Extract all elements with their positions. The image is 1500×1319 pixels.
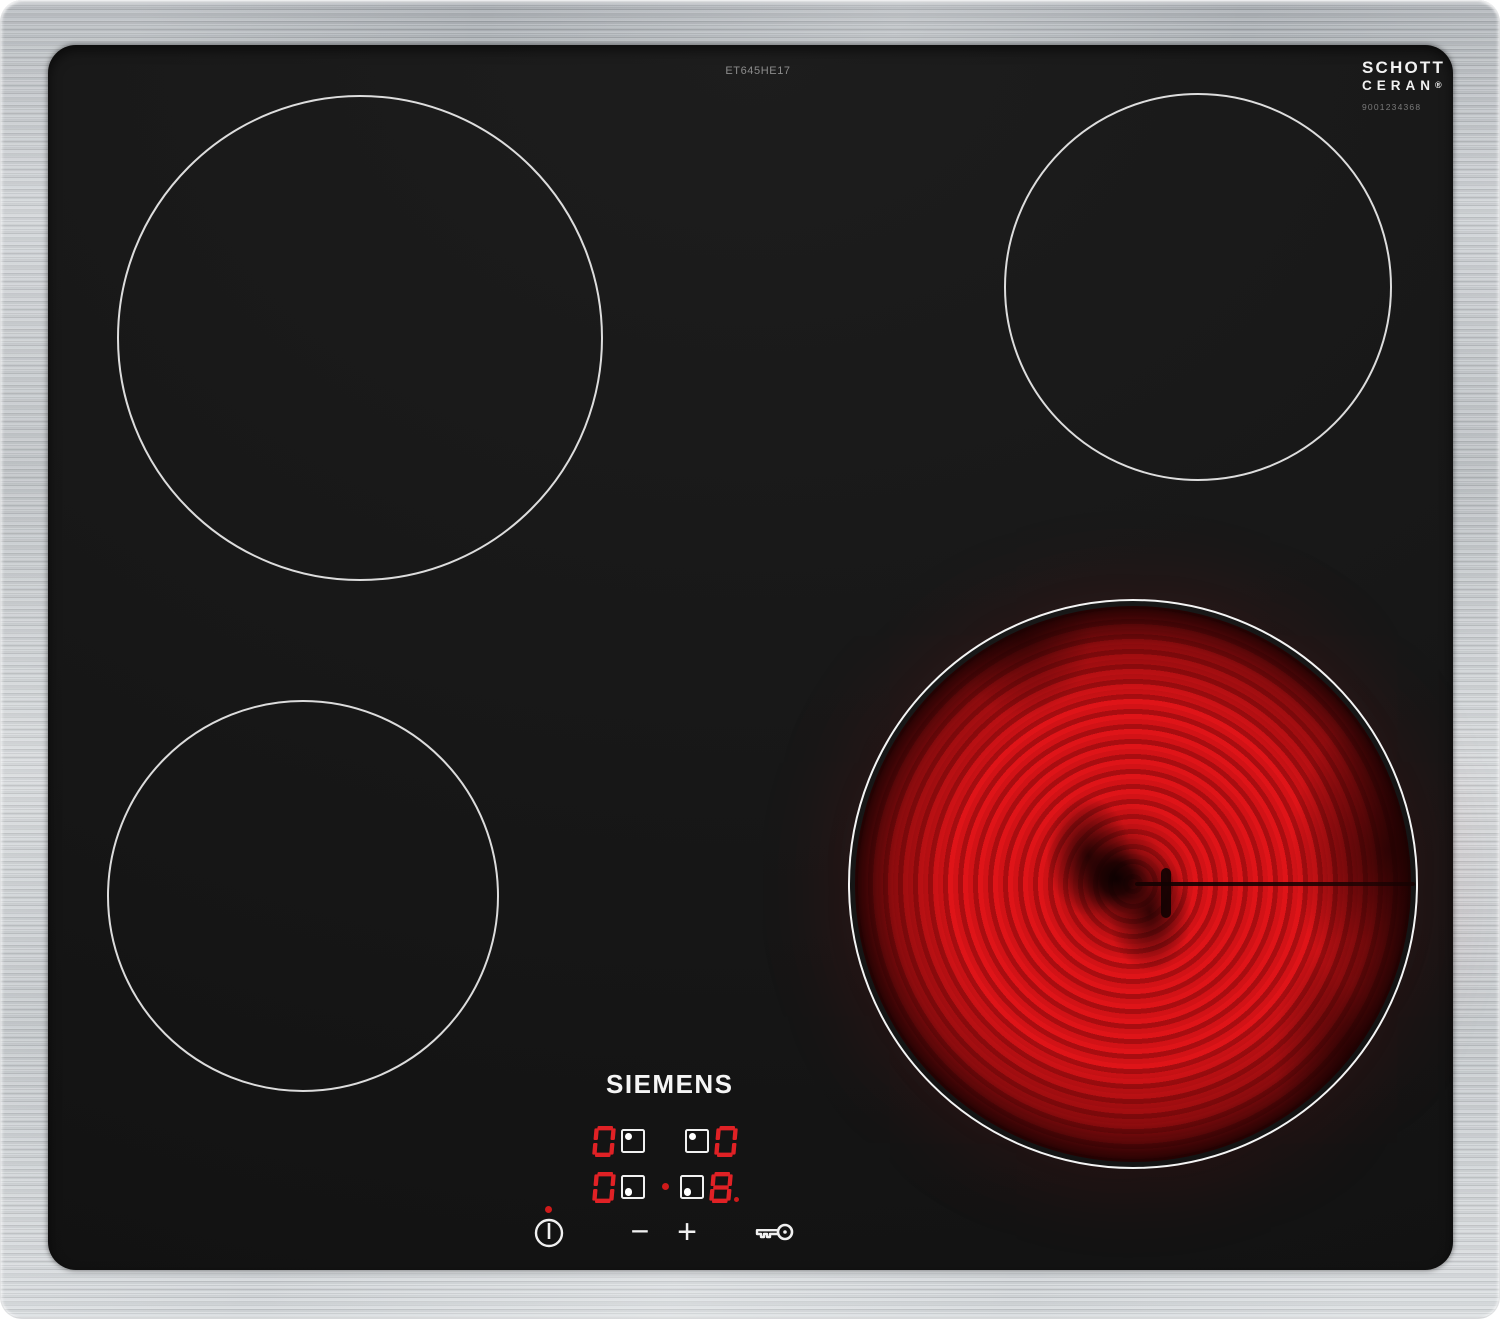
display-rear-left: [592, 1126, 645, 1157]
increase-power-button[interactable]: +: [665, 1215, 709, 1251]
element-sensor-tip: [1161, 868, 1171, 918]
zone-indicator-square: [621, 1129, 645, 1153]
burner-front-left: [107, 700, 499, 1092]
zone-indicator-square: [685, 1129, 709, 1153]
zone-indicator-square: [680, 1175, 704, 1199]
cooktop-product-photo: ET645HE17 SCHOTT CERAN® 9001234368 SIEME…: [0, 0, 1500, 1319]
element-sensor-bar: [1135, 882, 1415, 886]
decrease-power-button[interactable]: −: [618, 1215, 662, 1251]
model-number-label: ET645HE17: [725, 65, 791, 77]
stainless-steel-frame: ET645HE17 SCHOTT CERAN® 9001234368 SIEME…: [0, 0, 1500, 1319]
power-button[interactable]: [533, 1217, 565, 1249]
power-level-digit: [714, 1126, 739, 1157]
ceramic-glass-surface: ET645HE17 SCHOTT CERAN® 9001234368 SIEME…: [48, 45, 1453, 1270]
power-level-digit: [592, 1172, 617, 1203]
power-icon: [534, 1218, 564, 1248]
display-front-left: [592, 1172, 645, 1203]
active-zone-dot: [662, 1183, 669, 1190]
power-level-digit: [592, 1126, 617, 1157]
decimal-dot: [734, 1197, 739, 1202]
schott-logo-line1: SCHOTT: [1362, 58, 1446, 77]
siemens-logo: SIEMENS: [606, 1069, 734, 1099]
power-level-digit: [709, 1172, 734, 1203]
power-indicator-dot: [545, 1206, 552, 1213]
key-icon: [755, 1223, 794, 1241]
display-front-right: [662, 1172, 739, 1203]
burner-rear-right: [1004, 93, 1392, 481]
schott-logo-line2: CERAN®: [1362, 79, 1445, 93]
child-lock-button[interactable]: [753, 1219, 797, 1247]
schott-ceran-logo: SCHOTT CERAN® 9001234368: [1362, 59, 1445, 111]
zone-indicator-square: [621, 1175, 645, 1199]
burner-front-right: [848, 599, 1418, 1169]
ceran-wordmark: CERAN: [1362, 78, 1436, 93]
serial-number-label: 9001234368: [1362, 101, 1422, 112]
display-rear-right: [685, 1126, 739, 1157]
registered-mark: ®: [1435, 80, 1442, 90]
burner-rear-left: [117, 95, 603, 581]
